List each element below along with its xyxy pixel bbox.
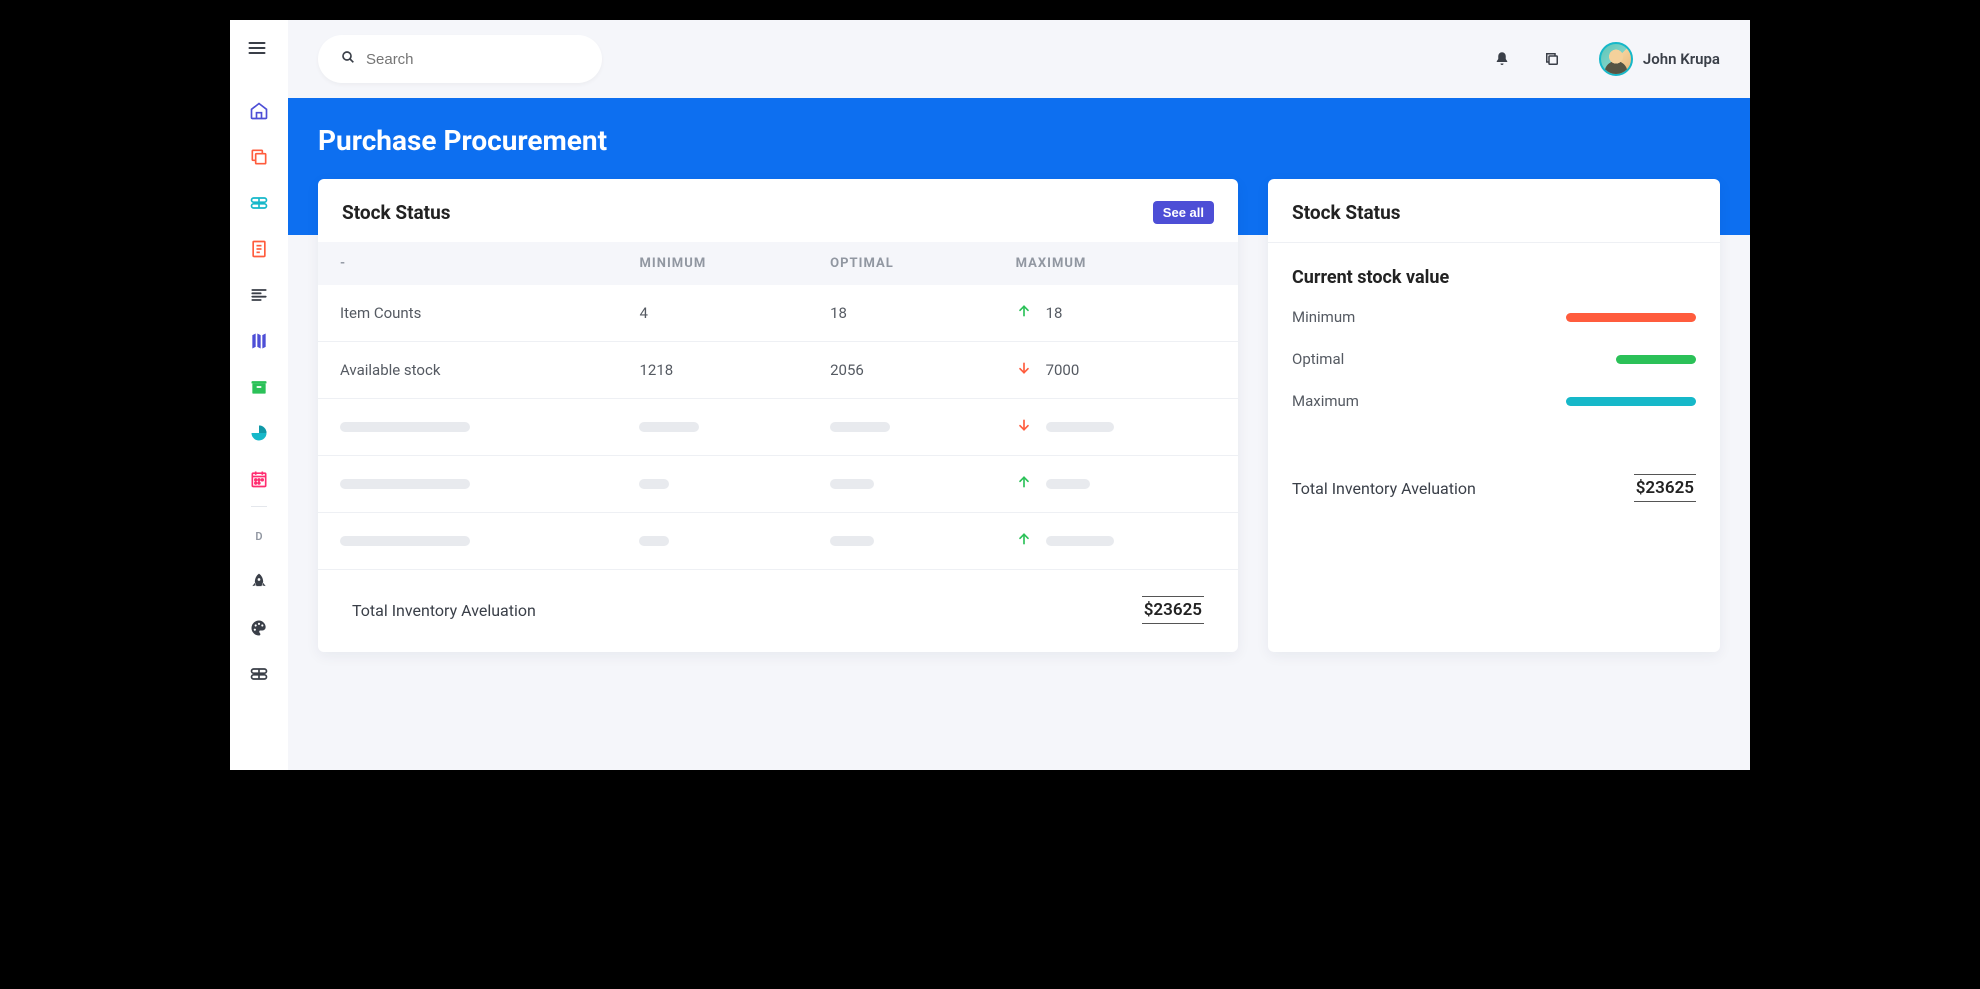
- skeleton: [1046, 536, 1114, 546]
- nav-align[interactable]: [230, 272, 288, 318]
- arrow-down-icon: [1016, 360, 1032, 380]
- table-row-placeholder: [318, 456, 1238, 513]
- table-row-placeholder: [318, 513, 1238, 570]
- sidebar-divider: [251, 506, 267, 507]
- page-title: Purchase Procurement: [318, 124, 1720, 157]
- skeleton: [639, 536, 669, 546]
- search-input[interactable]: [366, 51, 580, 68]
- nav-letter-d[interactable]: D: [230, 513, 288, 559]
- row-opt: 2056: [808, 342, 993, 399]
- card-title: Stock Status: [342, 201, 451, 224]
- arrow-up-icon: [1016, 303, 1032, 323]
- stock-status-card: Stock Status See all - MINIMUM OPTIMAL M…: [318, 179, 1238, 652]
- col-maximum: MAXIMUM: [994, 242, 1238, 285]
- legend-row-max: Maximum: [1292, 392, 1696, 410]
- stock-value-card: Stock Status Current stock value Minimum…: [1268, 179, 1720, 652]
- legend-row-opt: Optimal: [1292, 350, 1696, 368]
- avatar: [1599, 42, 1633, 76]
- skeleton: [830, 536, 874, 546]
- user-menu[interactable]: John Krupa: [1599, 42, 1720, 76]
- table-row: Item Counts 4 18 18: [318, 285, 1238, 342]
- nav-chart[interactable]: [230, 410, 288, 456]
- legend-label: Minimum: [1292, 308, 1355, 326]
- bar-max: [1566, 397, 1696, 406]
- skeleton: [340, 536, 470, 546]
- section-title: Current stock value: [1292, 267, 1696, 288]
- nav-map[interactable]: [230, 318, 288, 364]
- nav-pill-alt[interactable]: [230, 651, 288, 697]
- see-all-button[interactable]: See all: [1153, 201, 1214, 224]
- nav-copy[interactable]: [230, 134, 288, 180]
- copy-icon[interactable]: [1535, 42, 1569, 76]
- bar-opt: [1616, 355, 1696, 364]
- nav-home[interactable]: [230, 88, 288, 134]
- skeleton: [1046, 479, 1090, 489]
- stock-table: - MINIMUM OPTIMAL MAXIMUM Item Counts 4 …: [318, 242, 1238, 570]
- col-name: -: [318, 242, 617, 285]
- row-label: Available stock: [318, 342, 617, 399]
- bell-icon[interactable]: [1485, 42, 1519, 76]
- skeleton: [639, 422, 699, 432]
- skeleton: [830, 422, 890, 432]
- skeleton: [340, 422, 470, 432]
- table-row-placeholder: [318, 399, 1238, 456]
- row-max: 18: [1046, 304, 1063, 322]
- arrow-up-icon: [1016, 474, 1032, 494]
- side-section: Current stock value Minimum Optimal Maxi…: [1268, 242, 1720, 438]
- col-optimal: OPTIMAL: [808, 242, 993, 285]
- nav-palette[interactable]: [230, 605, 288, 651]
- skeleton: [830, 479, 874, 489]
- table-header-row: - MINIMUM OPTIMAL MAXIMUM: [318, 242, 1238, 285]
- row-label: Item Counts: [318, 285, 617, 342]
- menu-toggle-icon[interactable]: [247, 38, 271, 62]
- topbar: John Krupa: [288, 20, 1750, 98]
- arrow-up-icon: [1016, 531, 1032, 551]
- legend-row-min: Minimum: [1292, 308, 1696, 326]
- search-box[interactable]: [318, 35, 602, 83]
- row-min: 1218: [617, 342, 808, 399]
- bar-min: [1566, 313, 1696, 322]
- skeleton: [1046, 422, 1114, 432]
- nav-calendar[interactable]: [230, 456, 288, 502]
- footer-label: Total Inventory Aveluation: [1292, 479, 1476, 498]
- app-viewport: D Joh: [230, 20, 1750, 770]
- footer-value: $23625: [1634, 474, 1696, 502]
- side-card-footer: Total Inventory Aveluation $23625: [1268, 448, 1720, 530]
- skeleton: [639, 479, 669, 489]
- footer-value: $23625: [1142, 596, 1204, 624]
- legend-label: Optimal: [1292, 350, 1344, 368]
- card-header: Stock Status: [1268, 179, 1720, 242]
- nav-doc[interactable]: [230, 226, 288, 272]
- username: John Krupa: [1643, 50, 1720, 68]
- search-icon: [340, 49, 366, 69]
- row-max-cell: 7000: [994, 342, 1238, 399]
- row-min: 4: [617, 285, 808, 342]
- arrow-down-icon: [1016, 417, 1032, 437]
- nav-pill[interactable]: [230, 180, 288, 226]
- row-max: 7000: [1046, 361, 1080, 379]
- cards-row: Stock Status See all - MINIMUM OPTIMAL M…: [288, 179, 1750, 652]
- nav-archive[interactable]: [230, 364, 288, 410]
- row-opt: 18: [808, 285, 993, 342]
- card-title: Stock Status: [1292, 201, 1401, 224]
- card-footer: Total Inventory Aveluation $23625: [318, 570, 1238, 652]
- footer-label: Total Inventory Aveluation: [352, 601, 536, 620]
- card-header: Stock Status See all: [318, 179, 1238, 242]
- nav-rocket[interactable]: [230, 559, 288, 605]
- row-max-cell: 18: [994, 285, 1238, 342]
- main: John Krupa Purchase Procurement Stock St…: [288, 20, 1750, 770]
- col-minimum: MINIMUM: [617, 242, 808, 285]
- sidebar: D: [230, 20, 288, 770]
- legend-label: Maximum: [1292, 392, 1359, 410]
- skeleton: [340, 479, 470, 489]
- table-row: Available stock 1218 2056 7000: [318, 342, 1238, 399]
